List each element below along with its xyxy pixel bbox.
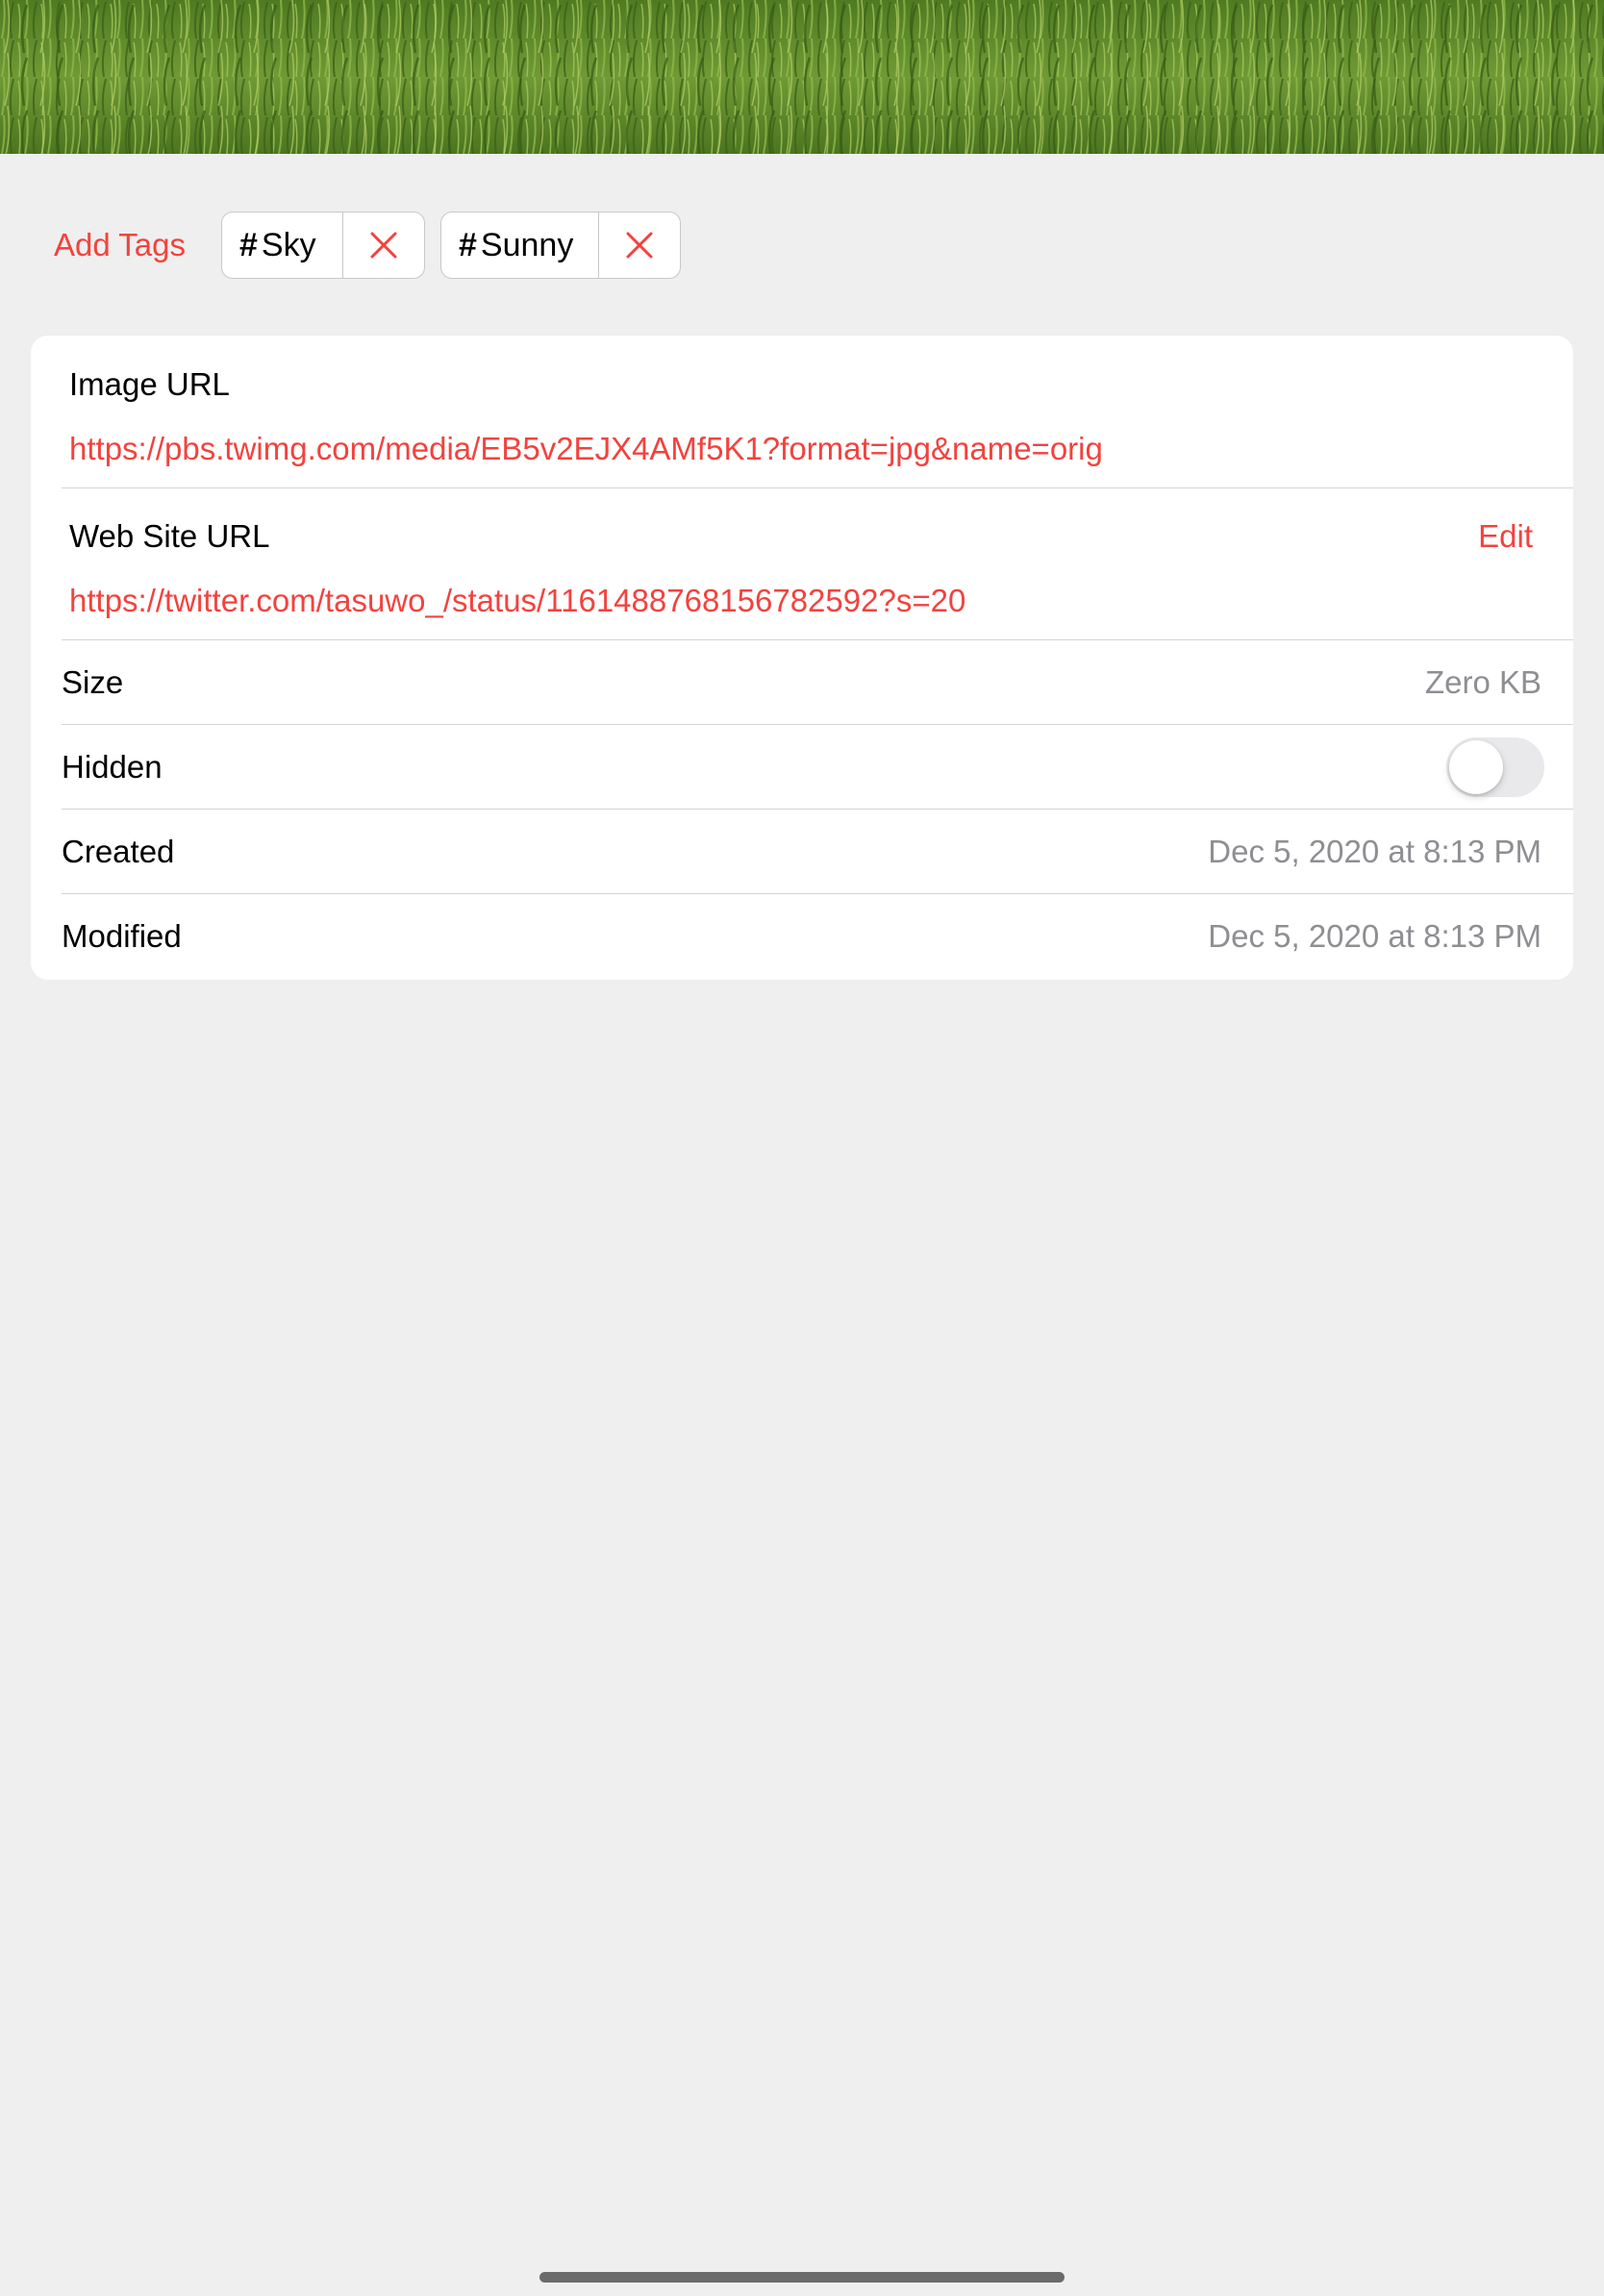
hash-icon: # bbox=[459, 227, 477, 263]
created-row: Created Dec 5, 2020 at 8:13 PM bbox=[62, 810, 1573, 894]
modified-value: Dec 5, 2020 at 8:13 PM bbox=[1208, 918, 1541, 954]
remove-tag-sunny-button[interactable] bbox=[599, 212, 680, 278]
web-site-url-link[interactable]: https://twitter.com/tasuwo_/status/11614… bbox=[69, 582, 965, 620]
web-site-url-label: Web Site URL bbox=[69, 518, 270, 554]
header-photo bbox=[0, 0, 1604, 154]
hidden-row: Hidden bbox=[62, 725, 1573, 810]
size-row: Size Zero KB bbox=[62, 640, 1573, 725]
close-icon bbox=[370, 232, 397, 259]
toggle-knob bbox=[1449, 740, 1503, 794]
hidden-toggle[interactable] bbox=[1446, 737, 1544, 797]
image-url-link[interactable]: https://pbs.twimg.com/media/EB5v2EJX4AMf… bbox=[69, 430, 1103, 468]
remove-tag-sky-button[interactable] bbox=[343, 212, 424, 278]
size-label: Size bbox=[62, 664, 124, 700]
web-site-url-row: Web Site URL Edit https://twitter.com/ta… bbox=[62, 488, 1573, 640]
edit-web-site-url-button[interactable]: Edit bbox=[1478, 517, 1533, 556]
image-url-row: Image URL https://pbs.twimg.com/media/EB… bbox=[62, 336, 1573, 488]
size-value: Zero KB bbox=[1424, 664, 1541, 700]
tag-sky-label-button[interactable]: # Sky bbox=[222, 212, 343, 278]
tag-chip-sky: # Sky bbox=[221, 212, 425, 279]
modified-row: Modified Dec 5, 2020 at 8:13 PM bbox=[62, 894, 1573, 980]
tags-row: Add Tags # Sky # Sunny bbox=[0, 212, 1604, 281]
hidden-label: Hidden bbox=[62, 749, 163, 785]
add-tags-button[interactable]: Add Tags bbox=[54, 226, 186, 264]
hash-icon: # bbox=[239, 227, 258, 263]
close-icon bbox=[626, 232, 653, 259]
image-url-label: Image URL bbox=[69, 366, 230, 402]
created-value: Dec 5, 2020 at 8:13 PM bbox=[1208, 834, 1541, 869]
tag-label: Sky bbox=[261, 227, 316, 263]
tag-sunny-label-button[interactable]: # Sunny bbox=[441, 212, 599, 278]
tag-chip-sunny: # Sunny bbox=[440, 212, 681, 279]
details-card: Image URL https://pbs.twimg.com/media/EB… bbox=[31, 336, 1573, 980]
modified-label: Modified bbox=[62, 918, 182, 954]
created-label: Created bbox=[62, 834, 175, 869]
tag-label: Sunny bbox=[480, 227, 574, 263]
home-indicator[interactable] bbox=[539, 2272, 1065, 2283]
